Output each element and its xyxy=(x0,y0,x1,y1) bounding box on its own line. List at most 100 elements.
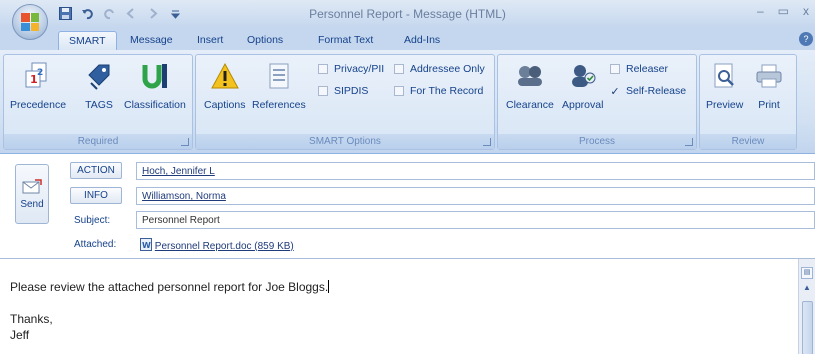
approval-button[interactable]: Approval xyxy=(562,61,603,111)
references-button[interactable]: References xyxy=(252,61,306,111)
restore-button[interactable]: ▭ xyxy=(778,4,789,18)
tab-message[interactable]: Message xyxy=(120,31,183,50)
group-review: Preview Print Review xyxy=(699,54,797,150)
group-required-label: Required xyxy=(4,134,192,149)
scroll-up-icon[interactable]: ▲ xyxy=(803,283,811,292)
vertical-scrollbar[interactable]: ▤ ▲ xyxy=(798,259,815,354)
self-release-checkbox[interactable]: ✓ Self-Release xyxy=(610,85,687,98)
clearance-button[interactable]: Clearance xyxy=(506,61,554,111)
word-document-icon: W xyxy=(140,238,152,251)
checkbox-box xyxy=(610,64,620,74)
releaser-checkbox[interactable]: Releaser xyxy=(610,63,668,75)
print-icon xyxy=(754,61,784,91)
send-icon xyxy=(22,178,42,193)
approval-icon xyxy=(568,61,598,91)
group-smart-options: Captions References Privacy/PII SIPDIS A… xyxy=(195,54,495,150)
references-label: References xyxy=(252,99,306,111)
captions-button[interactable]: Captions xyxy=(204,61,245,111)
svg-text:W: W xyxy=(142,241,151,250)
subject-label: Subject: xyxy=(74,215,111,226)
attachment-link[interactable]: Personnel Report.doc (859 KB) xyxy=(155,241,294,252)
send-button[interactable]: Send xyxy=(15,164,49,224)
dialog-launcher-icon[interactable] xyxy=(181,138,189,146)
attached-label: Attached: xyxy=(74,239,117,250)
group-process-label: Process xyxy=(498,134,696,149)
info-recipient[interactable]: Williamson, Norma xyxy=(142,191,226,202)
print-button[interactable]: Print xyxy=(754,61,784,111)
title-bar: Personnel Report - Message (HTML) – ▭ x xyxy=(0,0,815,28)
tags-button[interactable]: TAGS xyxy=(84,61,114,111)
checkbox-box xyxy=(394,86,404,96)
releaser-label: Releaser xyxy=(626,63,669,75)
minimize-button[interactable]: – xyxy=(757,4,764,18)
privacy-pii-checkbox[interactable]: Privacy/PII xyxy=(318,63,384,75)
text-cursor xyxy=(328,280,330,293)
group-process: Clearance Approval Releaser ✓ Self-Relea… xyxy=(497,54,697,150)
sipdis-checkbox[interactable]: SIPDIS xyxy=(318,85,368,97)
info-button[interactable]: INFO xyxy=(70,187,122,204)
ribbon-tabs: SMART Message Insert Options Format Text… xyxy=(0,28,815,50)
message-body[interactable]: Please review the attached personnel rep… xyxy=(0,258,815,354)
classification-label: Classification xyxy=(124,99,186,111)
tab-options[interactable]: Options xyxy=(237,31,293,50)
subject-field[interactable]: Personnel Report xyxy=(136,211,815,229)
checkbox-box xyxy=(318,64,328,74)
tab-smart[interactable]: SMART xyxy=(58,31,117,50)
office-button[interactable] xyxy=(12,4,48,40)
scroll-thumb[interactable] xyxy=(802,301,813,354)
message-header: Send ACTION Hoch, Jennifer L INFO Willia… xyxy=(0,154,815,256)
classification-icon xyxy=(140,61,170,91)
clearance-label: Clearance xyxy=(506,99,554,111)
body-line-3: Jeff xyxy=(10,328,30,342)
attachment-field[interactable]: W Personnel Report.doc (859 KB) xyxy=(136,235,815,253)
svg-text:2: 2 xyxy=(37,68,43,78)
tab-insert[interactable]: Insert xyxy=(187,31,233,50)
for-the-record-checkbox[interactable]: For The Record xyxy=(394,85,483,97)
group-required: 12 Precedence TAGS Classification Requir… xyxy=(3,54,193,150)
tags-label: TAGS xyxy=(85,99,113,111)
classification-button[interactable]: Classification xyxy=(124,61,186,111)
office-logo-icon xyxy=(21,13,39,31)
ruler-toggle-icon[interactable]: ▤ xyxy=(801,267,813,279)
privacy-pii-label: Privacy/PII xyxy=(334,63,385,75)
preview-label: Preview xyxy=(706,99,744,111)
action-field[interactable]: Hoch, Jennifer L xyxy=(136,162,815,180)
tags-icon xyxy=(84,61,114,91)
warning-icon xyxy=(210,61,240,91)
precedence-icon: 12 xyxy=(23,61,53,91)
clearance-icon xyxy=(515,61,545,91)
window-controls: – ▭ x xyxy=(757,4,809,18)
message-text[interactable]: Please review the attached personnel rep… xyxy=(10,279,330,343)
addressee-only-label: Addressee Only xyxy=(410,63,485,75)
tab-add-ins[interactable]: Add-Ins xyxy=(394,31,450,50)
sipdis-label: SIPDIS xyxy=(334,85,369,97)
print-label: Print xyxy=(758,99,780,111)
window-title: Personnel Report - Message (HTML) xyxy=(309,7,506,21)
captions-label: Captions xyxy=(204,99,246,111)
action-recipient[interactable]: Hoch, Jennifer L xyxy=(142,166,215,177)
help-icon[interactable]: ? xyxy=(799,32,813,46)
approval-label: Approval xyxy=(562,99,604,111)
preview-button[interactable]: Preview xyxy=(706,61,743,111)
checkbox-box xyxy=(318,86,328,96)
group-review-label: Review xyxy=(700,134,796,149)
send-label: Send xyxy=(20,198,44,210)
body-line-2: Thanks, xyxy=(10,312,53,326)
action-button[interactable]: ACTION xyxy=(70,162,122,179)
for-the-record-label: For The Record xyxy=(410,85,484,97)
precedence-label: Precedence xyxy=(10,99,67,111)
close-button[interactable]: x xyxy=(803,4,809,18)
tab-format-text[interactable]: Format Text xyxy=(308,31,383,50)
self-release-label: Self-Release xyxy=(626,85,687,97)
checkbox-box xyxy=(394,64,404,74)
ribbon: 12 Precedence TAGS Classification Requir… xyxy=(0,50,815,154)
document-icon xyxy=(264,61,294,91)
addressee-only-checkbox[interactable]: Addressee Only xyxy=(394,63,485,75)
preview-icon xyxy=(710,61,740,91)
dialog-launcher-icon[interactable] xyxy=(483,138,491,146)
precedence-button[interactable]: 12 Precedence xyxy=(10,61,66,111)
info-field[interactable]: Williamson, Norma xyxy=(136,187,815,205)
group-smart-options-label: SMART Options xyxy=(196,134,494,149)
dialog-launcher-icon[interactable] xyxy=(685,138,693,146)
checkmark-icon: ✓ xyxy=(610,85,620,98)
